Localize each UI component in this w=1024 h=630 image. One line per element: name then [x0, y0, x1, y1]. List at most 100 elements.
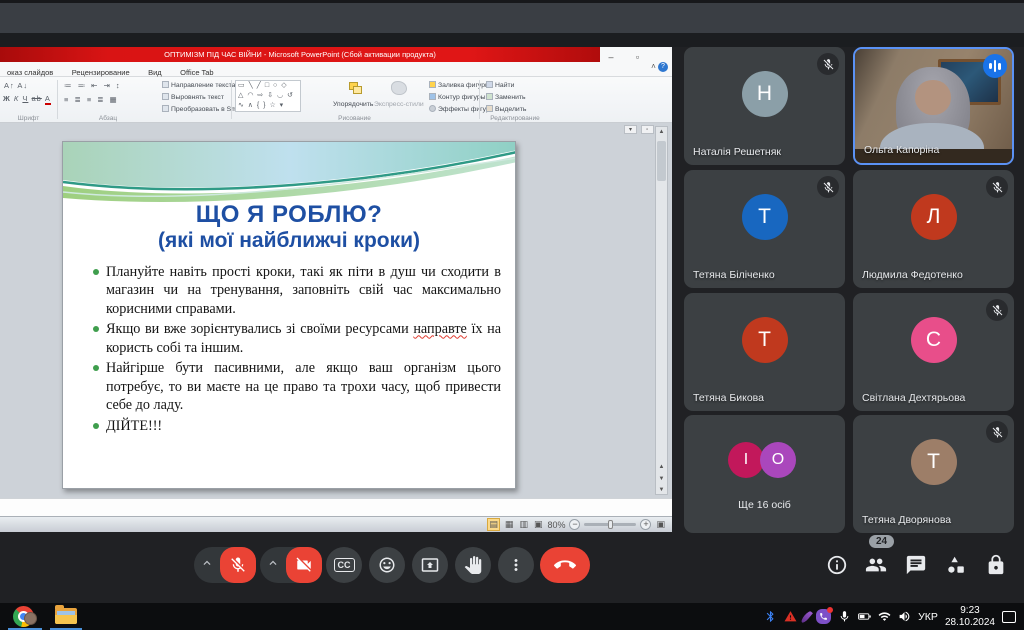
captions-button[interactable]: CC — [326, 547, 362, 583]
powerpoint-window: ОПТИМІЗМ ПІД ЧАС ВІЙНИ - Microsoft Power… — [0, 47, 672, 532]
host-controls-button[interactable] — [985, 554, 1007, 576]
participant-tile[interactable]: Л Людмила Федотенко — [853, 170, 1014, 288]
misspelled-word: направте — [413, 321, 467, 337]
cc-icon: CC — [334, 558, 355, 572]
mic-off-icon — [817, 53, 839, 75]
bullet-dot — [93, 269, 99, 275]
text-direction-button[interactable]: Направление текста — [162, 81, 235, 89]
find-button[interactable]: Найти — [486, 81, 514, 89]
clock[interactable]: 9:23 28.10.2024 — [945, 605, 995, 629]
mic-off-icon — [986, 421, 1008, 443]
bullet-dot — [93, 326, 99, 332]
mini-button-expand[interactable]: ▫ — [641, 125, 654, 134]
window-controls: – ▫ ✕ — [600, 47, 672, 62]
system-tray: УКР 9:23 28.10.2024 — [764, 603, 1024, 630]
font-size-icons[interactable]: A↑ A↓ — [4, 81, 28, 90]
time: 9:23 — [945, 605, 995, 617]
show-everyone-button[interactable] — [865, 554, 887, 576]
font-color-button[interactable]: А — [45, 94, 51, 105]
mini-button-collapse[interactable]: ▾ — [624, 125, 637, 134]
zoom-slider-thumb[interactable] — [608, 520, 613, 529]
strikethrough-button[interactable]: ab — [31, 94, 41, 103]
ribbon-tab-bar: оказ слайдов Рецензирование Вид Office T… — [0, 62, 672, 77]
language-indicator[interactable]: УКР — [918, 611, 938, 623]
info-icon — [826, 554, 848, 576]
battery-icon[interactable] — [858, 610, 871, 623]
fit-to-window-button[interactable]: ▣ — [655, 519, 666, 530]
replace-button[interactable]: Заменить — [486, 93, 526, 101]
bullet-dot — [93, 365, 99, 371]
mic-options-chevron-icon[interactable] — [194, 556, 220, 575]
avatar: Т — [911, 439, 957, 485]
zoom-slider[interactable] — [584, 523, 636, 526]
font-group: A↑ A↓ Ж К Ч ab А Шрифт — [0, 77, 57, 123]
help-icon[interactable]: ? — [658, 62, 668, 72]
alignment-icons[interactable]: ≡ ≣ ≡ ≣ ▦ — [64, 95, 119, 104]
participant-tile[interactable]: С Світлана Дехтярьова — [853, 293, 1014, 411]
end-call-button[interactable] — [540, 547, 590, 583]
reactions-button[interactable] — [369, 547, 405, 583]
scroll-thumb[interactable] — [657, 141, 666, 181]
powerpoint-title-bar[interactable]: ОПТИМІЗМ ПІД ЧАС ВІЙНИ - Microsoft Power… — [0, 47, 600, 62]
participant-tile[interactable]: Т Тетяна Біліченко — [684, 170, 845, 288]
prev-slide-icon[interactable]: ▲ — [656, 464, 667, 470]
camera-off-button[interactable] — [286, 547, 322, 583]
italic-button[interactable]: К — [14, 94, 19, 103]
shapes-gallery[interactable]: ▭ ╲ ╱ □ ○ ◇ △ ◠ ⇨ ⇩ ◡ ↺ ∿ ∧ { } ☆ ▾ — [235, 80, 301, 112]
participant-name: Тетяна Біліченко — [693, 269, 775, 281]
zoom-out-button[interactable]: − — [569, 519, 580, 530]
view-slideshow-button[interactable]: ▣ — [533, 519, 544, 530]
mic-off-button[interactable] — [220, 547, 256, 583]
list-indent-icons[interactable]: ≔ ≕ ⇤ ⇥ ↕ — [64, 81, 122, 90]
camera-options-chevron-icon[interactable] — [260, 556, 286, 575]
meeting-details-button[interactable] — [826, 554, 848, 576]
participant-tile[interactable]: Т Тетяна Бикова — [684, 293, 845, 411]
shape-outline-icon — [429, 93, 436, 100]
bluetooth-icon[interactable] — [764, 610, 777, 623]
select-button[interactable]: Выделить — [486, 105, 526, 113]
ribbon-collapse-icon[interactable]: ˄ — [651, 62, 656, 71]
editing-group: Найти Заменить Выделить Редактирование — [480, 77, 550, 123]
view-normal-button[interactable]: ▤ — [487, 518, 500, 531]
more-participants-label: Ще 16 осіб — [684, 499, 845, 511]
more-participants-tile[interactable]: І О Ще 16 осіб — [684, 415, 845, 533]
more-options-button[interactable] — [498, 547, 534, 583]
scroll-down-icon[interactable]: ▼ — [656, 487, 667, 493]
slide-bullet-list: Плануйте навіть прості кроки, такі як пі… — [93, 263, 501, 435]
viber-notification-dot — [827, 607, 833, 613]
wifi-icon[interactable] — [878, 610, 891, 623]
activities-button[interactable] — [945, 554, 967, 576]
smiley-icon — [378, 556, 396, 574]
participant-tile-speaking[interactable]: Ольга Капоріна — [853, 47, 1014, 165]
audio-activity-icon — [983, 54, 1007, 78]
shape-fill-icon — [429, 81, 436, 88]
slide-canvas[interactable]: ЩО Я РОБЛЮ? (які мої найближчі кроки) Пл… — [62, 141, 516, 489]
volume-icon[interactable] — [898, 610, 911, 623]
zoom-in-button[interactable]: + — [640, 519, 651, 530]
present-screen-button[interactable] — [412, 547, 448, 583]
microphone-tray-icon[interactable] — [838, 610, 851, 623]
scroll-up-icon[interactable]: ▲ — [656, 127, 667, 135]
shape-outline-button[interactable]: Контур фигуры — [429, 93, 486, 101]
view-sorter-button[interactable]: ▦ — [504, 519, 515, 530]
view-reading-button[interactable]: ▥ — [518, 519, 529, 530]
chat-button[interactable] — [905, 554, 927, 576]
action-center-icon[interactable] — [1002, 611, 1016, 623]
paragraph-group: ≔ ≕ ⇤ ⇥ ↕ ≡ ≣ ≡ ≣ ▦ Направление текста В… — [58, 77, 230, 123]
find-icon — [486, 81, 493, 88]
warning-icon[interactable] — [784, 610, 797, 623]
participant-tile[interactable]: Т Тетяна Дворянова — [853, 415, 1014, 533]
pen-icon[interactable] — [800, 610, 813, 624]
raise-hand-button[interactable] — [455, 547, 491, 583]
bold-button[interactable]: Ж — [3, 94, 11, 103]
vertical-scrollbar[interactable]: ▲ ▲ ▼ ▼ — [655, 126, 668, 495]
next-slide-icon[interactable]: ▼ — [656, 476, 667, 482]
align-text-button[interactable]: Выровнять текст — [162, 93, 224, 101]
viber-icon[interactable] — [816, 609, 831, 624]
bullet-item-3: Найгірше бути пасивними, але якщо ваш ор… — [93, 359, 501, 414]
file-explorer-taskbar-icon[interactable] — [55, 608, 77, 624]
arrange-button[interactable]: Упорядочить — [333, 101, 373, 108]
quick-styles-button[interactable]: Экспресс-стили — [374, 101, 424, 108]
underline-button[interactable]: Ч — [22, 94, 28, 103]
participant-tile[interactable]: Н Наталія Решетняк — [684, 47, 845, 165]
